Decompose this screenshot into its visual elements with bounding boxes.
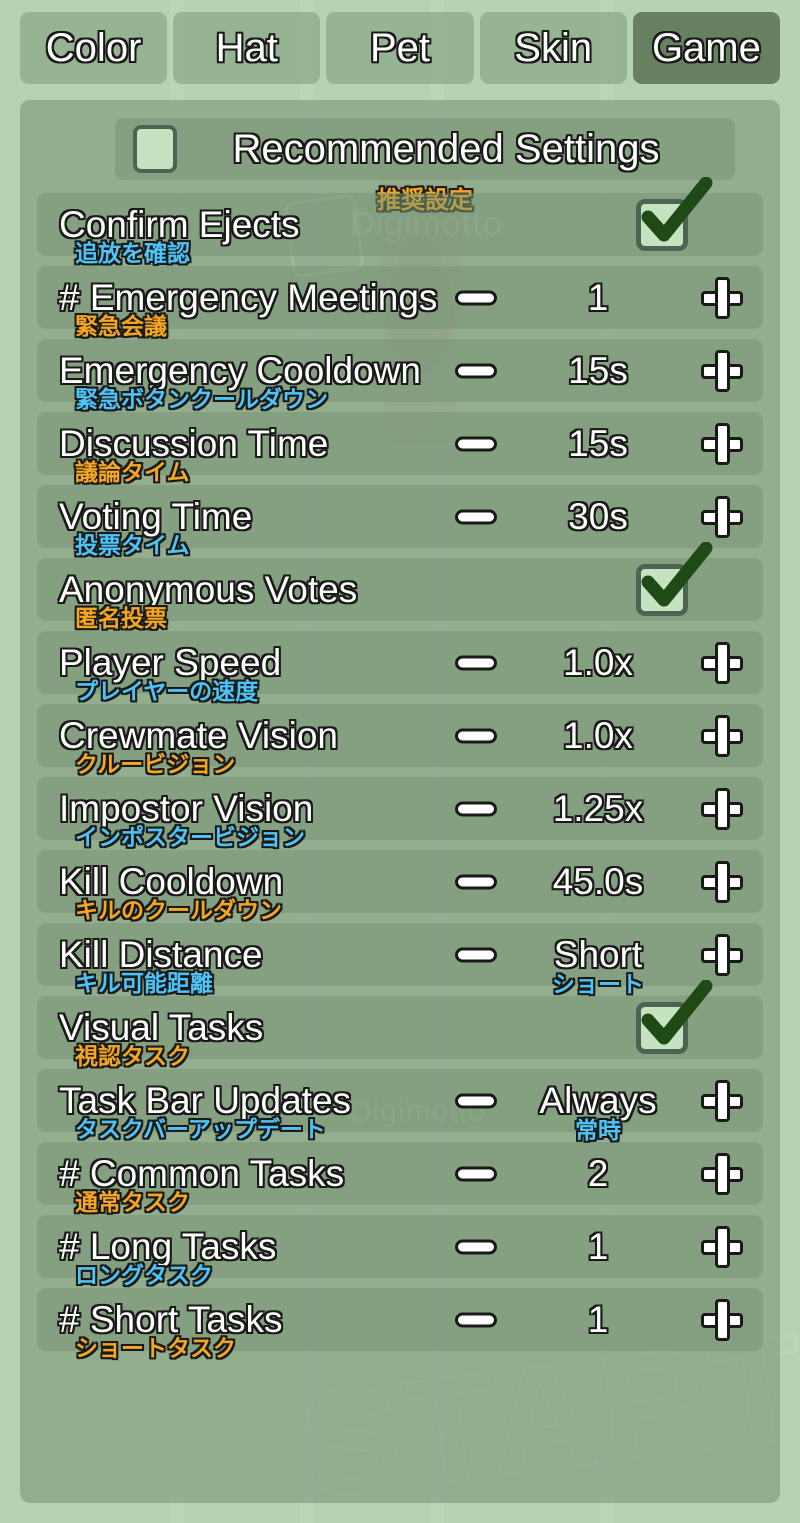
setting-label: Voting Time <box>59 495 253 537</box>
setting-label: Confirm Ejects <box>59 203 300 245</box>
setting-label: Discussion Time <box>59 422 329 464</box>
decrement-button[interactable] <box>455 1093 497 1108</box>
setting-row-kill-distance: Kill Distance キル可能距離 Short ショート <box>37 923 763 997</box>
setting-row-common-tasks: # Common Tasks 通常タスク 2 <box>37 1142 763 1215</box>
setting-stepper-kill-distance: Short ショート <box>433 923 763 997</box>
setting-row-confirm-ejects: Confirm Ejects 追放を確認 <box>37 176 763 266</box>
decrement-button[interactable] <box>455 1166 497 1181</box>
setting-stepper-impostor-vision: 1.25x <box>433 777 763 840</box>
increment-button[interactable] <box>701 495 743 538</box>
setting-checkbox-anonymous-votes[interactable] <box>636 541 713 616</box>
setting-row-voting-time: Voting Time 投票タイム 30s <box>37 485 763 558</box>
setting-row-long-tasks: # Long Tasks ロングタスク 1 <box>37 1215 763 1288</box>
setting-stepper-player-speed: 1.0x <box>433 631 763 694</box>
setting-stepper-emergency-cooldown: 15s <box>433 339 763 402</box>
setting-row-player-speed: Player Speed プレイヤーの速度 1.0x <box>37 631 763 704</box>
increment-button[interactable] <box>701 1225 743 1268</box>
increment-button[interactable] <box>701 860 743 903</box>
tab-game[interactable]: Game <box>632 12 781 84</box>
decrement-button[interactable] <box>455 801 497 816</box>
setting-stepper-short-tasks: 1 <box>433 1288 763 1351</box>
decrement-button[interactable] <box>455 436 497 451</box>
check-icon <box>638 541 714 618</box>
setting-stepper-emergency-meetings: 1 <box>433 266 763 329</box>
decrement-button[interactable] <box>455 363 497 378</box>
increment-button[interactable] <box>701 422 743 465</box>
tab-label: Skin <box>514 25 593 70</box>
setting-stepper-common-tasks: 2 <box>433 1142 763 1205</box>
setting-label: # Emergency Meetings <box>59 276 438 318</box>
setting-row-short-tasks: # Short Tasks ショートタスク 1 <box>37 1288 763 1361</box>
setting-label: Emergency Cooldown <box>59 349 421 391</box>
setting-row-kill-cooldown: Kill Cooldown キルのクールダウン 45.0s <box>37 850 763 923</box>
recommended-settings-checkbox[interactable] <box>133 125 177 173</box>
setting-row-task-bar-updates: Task Bar Updates タスクバーアップデート Always 常時 <box>37 1069 763 1143</box>
increment-button[interactable] <box>701 349 743 392</box>
setting-label: # Common Tasks <box>59 1152 345 1194</box>
tab-label: Color <box>45 25 142 70</box>
decrement-button[interactable] <box>455 290 497 305</box>
setting-stepper-voting-time: 30s <box>433 485 763 548</box>
setting-stepper-kill-cooldown: 45.0s <box>433 850 763 913</box>
recommended-settings-label: Recommended Settings <box>232 126 660 171</box>
setting-stepper-task-bar-updates: Always 常時 <box>433 1069 763 1143</box>
tab-skin[interactable]: Skin <box>479 12 627 84</box>
decrement-button[interactable] <box>455 1312 497 1327</box>
increment-button[interactable] <box>701 714 743 757</box>
decrement-button[interactable] <box>455 655 497 670</box>
tab-color[interactable]: Color <box>20 12 168 84</box>
setting-row-crewmate-vision: Crewmate Vision クルービジョン 1.0x <box>37 704 763 777</box>
check-icon <box>638 176 714 253</box>
tab-hat[interactable]: Hat <box>173 12 321 84</box>
tab-pet[interactable]: Pet <box>326 12 474 84</box>
setting-label: Crewmate Vision <box>59 714 338 756</box>
recommended-settings-row[interactable]: Recommended Settings 推奨設定 <box>115 118 735 214</box>
increment-button[interactable] <box>701 276 743 319</box>
setting-label: Kill Distance <box>59 933 263 975</box>
tab-label: Hat <box>215 25 278 70</box>
setting-checkbox-visual-tasks[interactable] <box>636 979 713 1054</box>
check-icon <box>638 979 714 1056</box>
setting-label: Kill Cooldown <box>59 860 284 902</box>
increment-button[interactable] <box>701 641 743 684</box>
decrement-button[interactable] <box>455 728 497 743</box>
setting-label: # Short Tasks <box>59 1298 283 1340</box>
setting-stepper-long-tasks: 1 <box>433 1215 763 1278</box>
setting-stepper-crewmate-vision: 1.0x <box>433 704 763 767</box>
tab-bar: Color Hat Pet Skin Game <box>0 0 800 96</box>
setting-checkbox-confirm-ejects[interactable] <box>636 176 713 251</box>
setting-row-anonymous-votes: Anonymous Votes 匿名投票 <box>37 541 763 631</box>
tab-label: Pet <box>369 25 431 70</box>
setting-row-discussion-time: Discussion Time 議論タイム 15s <box>37 412 763 485</box>
setting-label: # Long Tasks <box>59 1225 277 1267</box>
setting-label: Impostor Vision <box>59 787 314 829</box>
setting-label: Task Bar Updates <box>59 1079 352 1121</box>
settings-list: Confirm Ejects 追放を確認 # Emergency Meetings 緊… <box>37 176 763 1361</box>
increment-button[interactable] <box>701 1079 743 1122</box>
settings-panel: Digimotto Digimotto Recommended Settings… <box>20 100 780 1503</box>
decrement-button[interactable] <box>455 1239 497 1254</box>
setting-row-emergency-cooldown: Emergency Cooldown 緊急ボタンクールダウン 15s <box>37 339 763 412</box>
setting-row-impostor-vision: Impostor Vision インポスタービジョン 1.25x <box>37 777 763 850</box>
decrement-button[interactable] <box>455 874 497 889</box>
setting-row-emergency-meetings: # Emergency Meetings 緊急会議 1 <box>37 266 763 339</box>
setting-label: Player Speed <box>59 641 282 683</box>
decrement-button[interactable] <box>455 947 497 962</box>
increment-button[interactable] <box>701 1298 743 1341</box>
increment-button[interactable] <box>701 933 743 976</box>
decrement-button[interactable] <box>455 509 497 524</box>
setting-label: Visual Tasks <box>59 1006 264 1048</box>
increment-button[interactable] <box>701 1152 743 1195</box>
setting-stepper-discussion-time: 15s <box>433 412 763 475</box>
increment-button[interactable] <box>701 787 743 830</box>
setting-row-visual-tasks: Visual Tasks 視認タスク <box>37 979 763 1069</box>
tab-label: Game <box>651 25 761 70</box>
setting-label: Anonymous Votes <box>59 568 358 610</box>
